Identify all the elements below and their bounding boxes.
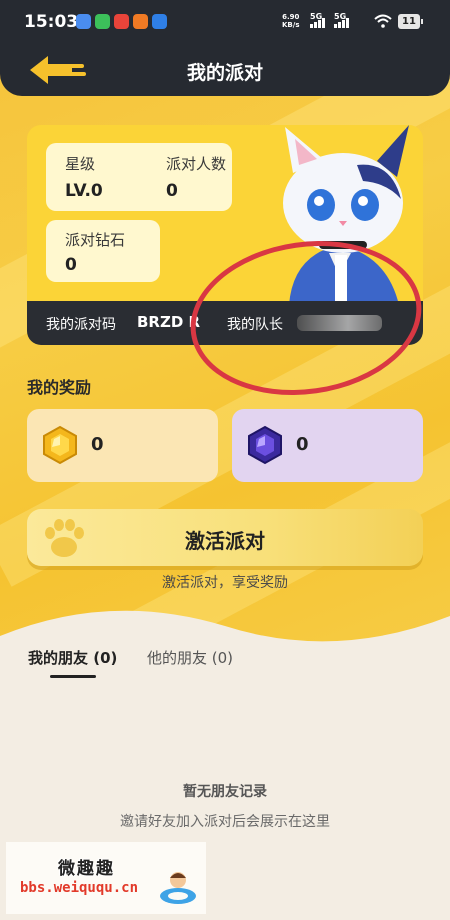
watermark-url: bbs.weiququ.cn [20,880,139,896]
party-code-label: 我的派对码 [46,317,116,333]
tab-my-friends[interactable]: 我的朋友 (0) [28,647,117,668]
signal-icon [310,18,325,28]
star-value: LV.0 [65,181,103,201]
members-label: 派对人数 [166,155,227,173]
wave-divider [0,610,450,686]
activate-button-label: 激活派对 [185,529,265,553]
active-tab-indicator [50,675,96,678]
purple-reward-value: 0 [296,434,309,455]
wifi-icon [374,14,392,28]
cloud-app-icon [76,14,91,29]
checkmark-app-icon [133,14,148,29]
network-speed: 6.90 KB/s [282,13,299,29]
purple-gem-icon [248,425,282,465]
diamond-label: 派对钻石 [65,231,126,249]
swimmer-logo-icon [160,872,196,904]
gold-gem-icon [43,425,77,465]
wechat-icon [95,14,110,29]
diamond-value: 0 [65,255,77,275]
net-speed-unit: KB/s [282,21,300,29]
status-bar: 15:03 6.90 KB/s 5G 5G 11 [0,0,450,44]
top-nav: 我的派对 [0,44,450,96]
gold-reward-value: 0 [91,434,104,455]
notification-icons [76,14,167,29]
rewards-title: 我的奖励 [27,378,92,397]
diamond-box: 派对钻石 0 [46,220,160,282]
watermark: 微趣趣 bbs.weiququ.cn [6,842,206,914]
star-label: 星级 [65,155,96,173]
purple-reward-card[interactable]: 0 [232,409,423,482]
status-time: 15:03 [24,12,79,32]
activate-party-button[interactable]: 激活派对 [27,509,423,566]
battery-icon: 11 [398,14,423,29]
red-app-icon [114,14,129,29]
tab-their-friends[interactable]: 他的朋友 (0) [147,647,233,668]
star-members-box: 星级 LV.0 派对人数 0 [46,143,232,211]
alipay-icon [152,14,167,29]
members-value: 0 [166,181,178,201]
watermark-name: 微趣趣 [58,859,115,879]
empty-state-subtitle: 邀请好友加入派对后会展示在这里 [120,814,330,830]
gold-reward-card[interactable]: 0 [27,409,218,482]
page-title: 我的派对 [186,62,263,84]
net-speed-value: 6.90 [282,13,300,21]
signal-icon [334,18,349,28]
empty-state-title: 暂无朋友记录 [183,784,267,800]
activate-subtitle: 激活派对，享受奖励 [162,575,288,591]
